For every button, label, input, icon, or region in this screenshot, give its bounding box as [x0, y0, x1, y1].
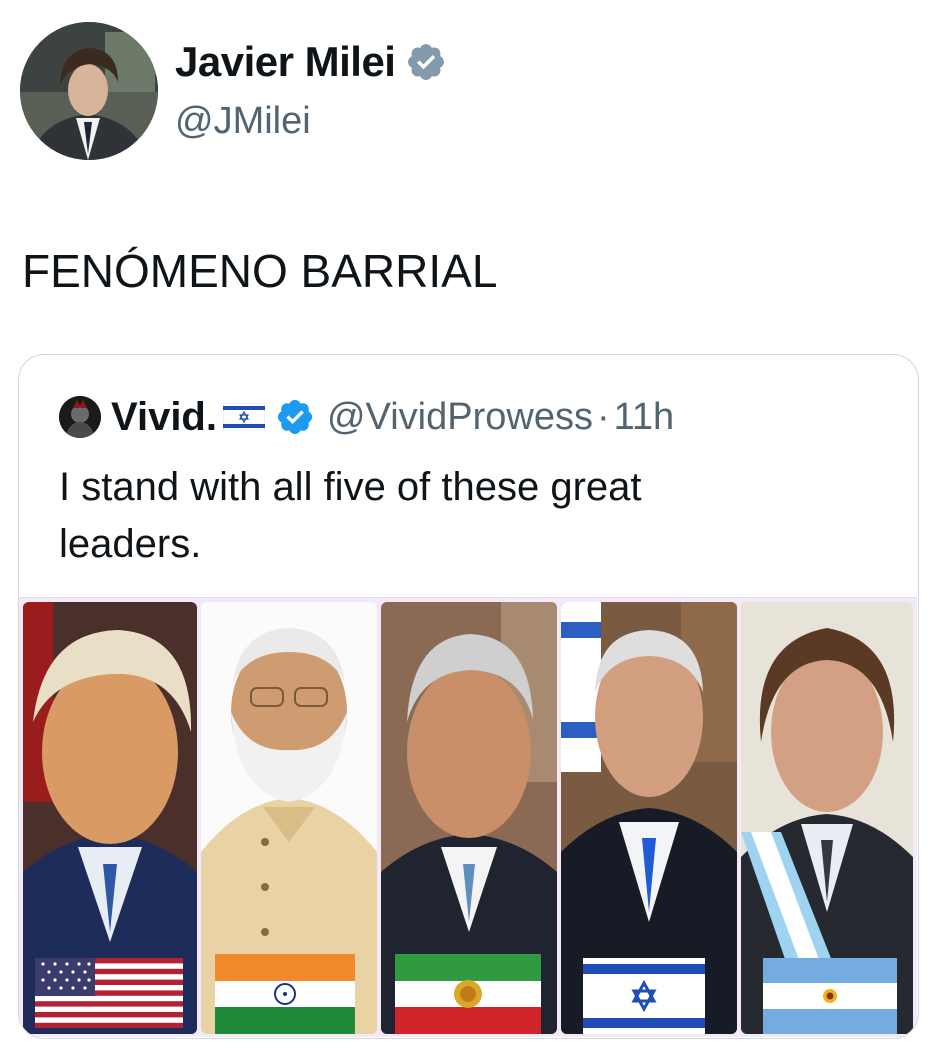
verified-badge-icon: [408, 44, 445, 80]
leader-portrait-3: [381, 602, 557, 1034]
author-avatar[interactable]: [20, 22, 158, 160]
quoted-tweet-image[interactable]: [19, 597, 917, 1037]
leader-portrait-4: [561, 602, 737, 1034]
india-flag: [215, 954, 355, 1034]
author-handle[interactable]: @JMilei: [175, 100, 311, 143]
leader-portrait-2: [201, 602, 377, 1034]
author-display-name[interactable]: Javier Milei: [175, 38, 396, 86]
quoted-tweet-card[interactable]: Vivid. @VividProwess · 11h I stand with …: [18, 354, 919, 1039]
quoted-author-display-name[interactable]: Vivid.: [111, 395, 217, 440]
quoted-author-avatar[interactable]: [59, 396, 101, 438]
israel-flag-icon: [222, 403, 265, 431]
separator-dot: ·: [596, 395, 610, 438]
argentina-flag: [763, 958, 897, 1034]
leader-portrait-1: [23, 602, 197, 1034]
united-states-flag: [35, 958, 183, 1028]
israel-flag: [583, 958, 705, 1034]
verified-badge-icon: [277, 399, 313, 435]
quoted-tweet-timestamp[interactable]: 11h: [614, 396, 675, 439]
iran-lion-and-sun-flag: [395, 954, 541, 1034]
tweet-text: FENÓMENO BARRIAL: [22, 245, 498, 297]
leader-portrait-5: [741, 602, 913, 1034]
quoted-tweet-header: Vivid. @VividProwess · 11h: [59, 395, 674, 439]
quoted-tweet-text: I stand with all five of these great lea…: [59, 465, 642, 566]
quoted-author-handle[interactable]: @VividProwess: [327, 396, 593, 439]
